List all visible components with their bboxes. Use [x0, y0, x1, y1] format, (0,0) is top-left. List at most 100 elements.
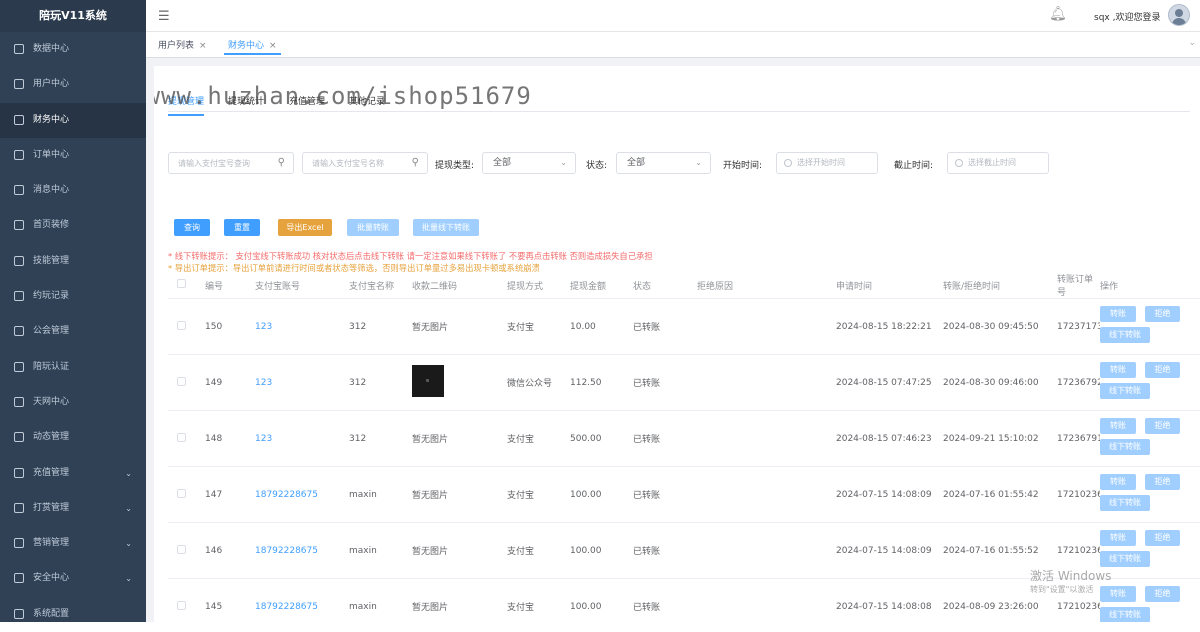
cell-alipay-account[interactable]: 18792228675 [255, 578, 349, 622]
reject-button[interactable]: 拒绝 [1145, 474, 1180, 490]
col-withdraw-amount: 提现金额 [570, 272, 633, 299]
avatar[interactable] [1168, 4, 1190, 26]
transfer-button[interactable]: 转账 [1100, 362, 1136, 378]
reset-button[interactable]: 重置 [224, 219, 260, 236]
recharge-icon [14, 467, 24, 478]
status-select[interactable]: 全部 ⌄ [616, 152, 711, 174]
message-icon [14, 185, 24, 196]
hamburger-icon[interactable]: ☰ [158, 9, 170, 24]
sidebar-item-10[interactable]: 天网中心 [0, 385, 146, 420]
qr-code-text: 暂无图片 [412, 578, 507, 622]
sidebar-item-12[interactable]: 充值管理 ⌄ [0, 456, 146, 491]
row-actions: 转账 拒绝线下转账 [1100, 299, 1200, 354]
welcome-text[interactable]: sqx ,欢迎您登录 [1094, 10, 1160, 23]
export-excel-button[interactable]: 导出Excel [278, 219, 332, 236]
select-all-checkbox[interactable] [177, 279, 186, 288]
sidebar-item-9[interactable]: 陪玩认证 [0, 350, 146, 385]
cell-withdraw-method: 支付宝 [507, 578, 570, 622]
close-icon[interactable]: × [269, 41, 277, 51]
sidebar-item-0[interactable]: 数据中心 [0, 32, 146, 67]
qr-code-image[interactable] [412, 365, 444, 397]
close-icon[interactable]: × [199, 41, 207, 51]
transfer-button[interactable]: 转账 [1100, 586, 1136, 602]
offline-transfer-button[interactable]: 线下转账 [1100, 327, 1150, 343]
chevron-down-icon: ⌄ [560, 158, 567, 167]
chevron-down-icon[interactable]: ⌄ [1188, 38, 1196, 48]
col-alipay-name: 支付宝名称 [349, 272, 412, 299]
sidebar-item-5[interactable]: 首页装修 [0, 208, 146, 243]
alipay-search-input-wrap[interactable]: ⚲ [168, 152, 294, 174]
offline-transfer-button[interactable]: 线下转账 [1100, 551, 1150, 567]
sidebar-item-16[interactable]: 系统配置 [0, 597, 146, 632]
cell-reject-reason [697, 578, 836, 622]
cell-alipay-account[interactable]: 123 [255, 298, 349, 355]
cell-alipay-name: 312 [349, 298, 412, 355]
sidebar-item-11[interactable]: 动态管理 [0, 420, 146, 455]
bell-icon[interactable]: 🔔︎ [1049, 6, 1067, 22]
reject-button[interactable]: 拒绝 [1145, 418, 1180, 434]
withdraw-type-select[interactable]: 全部 ⌄ [482, 152, 576, 174]
transfer-button[interactable]: 转账 [1100, 418, 1136, 434]
sidebar-item-6[interactable]: 技能管理 [0, 244, 146, 279]
reject-button[interactable]: 拒绝 [1145, 362, 1180, 378]
tag-user-list[interactable]: 用户列表 × [154, 37, 211, 55]
row-actions: 转账 拒绝线下转账 [1100, 355, 1200, 410]
transfer-button[interactable]: 转账 [1100, 474, 1136, 490]
tags-view: 用户列表 × 财务中心 × ⌄ [146, 32, 1200, 58]
sidebar-item-14[interactable]: 营销管理 ⌄ [0, 526, 146, 561]
cell-alipay-name: maxin [349, 578, 412, 622]
end-time-picker[interactable]: 选择截止时间 [947, 152, 1049, 174]
sidebar-item-4[interactable]: 消息中心 [0, 173, 146, 208]
reject-button[interactable]: 拒绝 [1145, 530, 1180, 546]
sidebar-item-3[interactable]: 订单中心 [0, 138, 146, 173]
sidebar-item-label: 财务中心 [33, 114, 70, 125]
row-actions: 转账 拒绝线下转账 [1100, 467, 1200, 522]
sidebar-item-15[interactable]: 安全中心 ⌄ [0, 561, 146, 596]
cell-alipay-account[interactable]: 123 [255, 354, 349, 411]
query-button[interactable]: 查询 [174, 219, 210, 236]
reject-button[interactable]: 拒绝 [1145, 306, 1180, 322]
offline-transfer-button[interactable]: 线下转账 [1100, 383, 1150, 399]
batch-transfer-button[interactable]: 批量转账 [347, 219, 399, 236]
offline-transfer-button[interactable]: 线下转账 [1100, 607, 1150, 622]
sidebar-item-1[interactable]: 用户中心 [0, 67, 146, 102]
batch-offline-transfer-button[interactable]: 批量线下转账 [413, 219, 479, 236]
search-icon[interactable]: ⚲ [278, 157, 285, 168]
cell-transfer-time: 2024-08-30 09:46:00 [943, 354, 1057, 411]
reject-button[interactable]: 拒绝 [1145, 586, 1180, 602]
search-icon[interactable]: ⚲ [412, 157, 419, 168]
cell-alipay-account[interactable]: 18792228675 [255, 466, 349, 523]
cell-reject-reason [697, 354, 836, 411]
row-checkbox[interactable] [177, 600, 186, 610]
guild-icon [14, 326, 24, 337]
cell-alipay-account[interactable]: 18792228675 [255, 522, 349, 579]
row-checkbox[interactable] [177, 320, 186, 330]
sidebar-item-8[interactable]: 公会管理 [0, 314, 146, 349]
row-checkbox[interactable] [177, 488, 186, 498]
sidebar-item-label: 订单中心 [33, 149, 70, 160]
sidebar-item-2[interactable]: 财务中心 [0, 102, 146, 138]
row-checkbox[interactable] [177, 376, 186, 386]
alipay-search-input[interactable] [169, 153, 293, 173]
cell-alipay-name: maxin [349, 466, 412, 523]
transfer-button[interactable]: 转账 [1100, 306, 1136, 322]
start-time-picker[interactable]: 选择开始时间 [776, 152, 878, 174]
cell-alipay-account[interactable]: 123 [255, 410, 349, 467]
tag-finance-center[interactable]: 财务中心 × [224, 37, 281, 55]
cell-order-no: 17236792 [1057, 354, 1100, 411]
col-reject-reason: 拒绝原因 [697, 272, 836, 299]
row-checkbox[interactable] [177, 432, 186, 442]
alipay-name-input-wrap[interactable]: ⚲ [302, 152, 428, 174]
alipay-name-input[interactable] [303, 153, 427, 173]
cube-icon [14, 291, 24, 302]
transfer-button[interactable]: 转账 [1100, 530, 1136, 546]
sidebar-item-7[interactable]: 约玩记录 [0, 279, 146, 314]
sidebar-item-13[interactable]: 打赏管理 ⌄ [0, 491, 146, 526]
offline-transfer-button[interactable]: 线下转账 [1100, 439, 1150, 455]
row-checkbox[interactable] [177, 544, 186, 554]
cell-alipay-name: 312 [349, 354, 412, 411]
sidebar-item-label: 动态管理 [33, 432, 70, 443]
offline-transfer-button[interactable]: 线下转账 [1100, 495, 1150, 511]
sidebar-item-label: 天网中心 [33, 396, 70, 407]
cell-alipay-name: 312 [349, 410, 412, 467]
